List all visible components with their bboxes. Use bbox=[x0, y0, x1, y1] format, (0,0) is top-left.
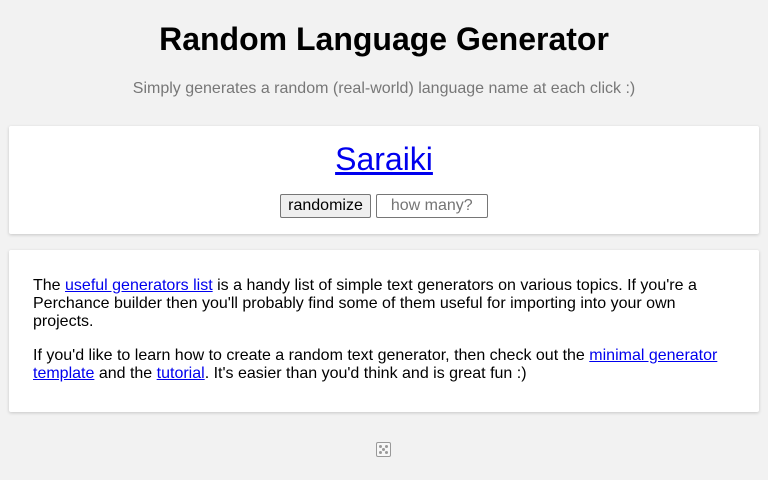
result-link[interactable]: Saraiki bbox=[335, 141, 433, 177]
randomize-button[interactable]: randomize bbox=[280, 194, 371, 218]
info-text: The bbox=[33, 277, 66, 294]
controls: randomize bbox=[0, 194, 768, 218]
result-container: Saraiki bbox=[0, 140, 768, 178]
dice-icon[interactable] bbox=[376, 442, 391, 457]
info-paragraph-1: The useful generators list is a handy li… bbox=[33, 277, 735, 331]
info-text: If you'd like to learn how to create a r… bbox=[33, 347, 590, 364]
info-text: and the bbox=[94, 365, 157, 382]
how-many-input[interactable] bbox=[375, 194, 488, 218]
page-title: Random Language Generator bbox=[159, 21, 609, 57]
tutorial-link[interactable]: tutorial bbox=[157, 365, 205, 382]
info-paragraph-2: If you'd like to learn how to create a r… bbox=[33, 347, 735, 383]
page-subtitle: Simply generates a random (real-world) l… bbox=[132, 80, 636, 97]
info-text: . It's easier than you'd think and is gr… bbox=[204, 365, 527, 382]
info-card: The useful generators list is a handy li… bbox=[9, 250, 759, 412]
useful-generators-link[interactable]: useful generators list bbox=[65, 277, 213, 294]
